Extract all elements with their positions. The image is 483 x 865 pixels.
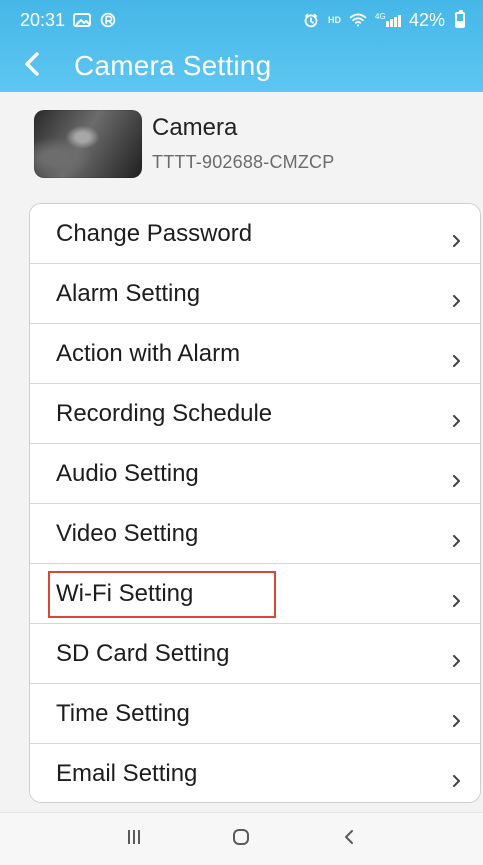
- system-back-button[interactable]: [327, 817, 371, 861]
- battery-icon: [455, 10, 465, 28]
- menu-item-change-password[interactable]: Change Password: [30, 204, 480, 264]
- menu-item-audio-setting[interactable]: Audio Setting: [30, 444, 480, 504]
- menu-item-label: SD Card Setting: [56, 639, 230, 667]
- recent-apps-button[interactable]: [112, 817, 156, 861]
- page-title: Camera Setting: [74, 50, 272, 81]
- home-icon: [229, 825, 253, 854]
- menu-item-label: Wi-Fi Setting: [56, 579, 194, 607]
- menu-item-email-setting[interactable]: Email Setting: [30, 744, 480, 802]
- app-bar: Camera Setting: [0, 40, 483, 92]
- wifi-icon: [349, 12, 367, 28]
- chevron-right-icon: [452, 647, 462, 667]
- menu-item-label: Video Setting: [56, 519, 199, 547]
- menu-item-wifi-setting[interactable]: Wi-Fi Setting: [30, 564, 480, 624]
- menu-item-action-with-alarm[interactable]: Action with Alarm: [30, 324, 480, 384]
- recent-apps-icon: [122, 825, 146, 854]
- status-bar: 20:31 HD 4G 42%: [0, 0, 483, 40]
- menu-item-alarm-setting[interactable]: Alarm Setting: [30, 264, 480, 324]
- system-nav-bar: [0, 812, 483, 865]
- signal-network-label: 4G: [375, 12, 386, 21]
- status-right: HD 4G 42%: [302, 10, 465, 31]
- camera-id: TTTT-902688-CMZCP: [152, 152, 335, 172]
- app-r-icon: [99, 12, 117, 28]
- chevron-right-icon: [452, 467, 462, 487]
- status-left: 20:31: [20, 10, 117, 31]
- chevron-right-icon: [452, 287, 462, 307]
- status-time: 20:31: [20, 9, 66, 30]
- menu-item-label: Alarm Setting: [56, 279, 201, 307]
- chevron-right-icon: [452, 767, 462, 788]
- chevron-right-icon: [452, 347, 462, 367]
- chevron-right-icon: [452, 407, 462, 427]
- back-button[interactable]: [0, 40, 64, 92]
- menu-item-sd-card-setting[interactable]: SD Card Setting: [30, 624, 480, 684]
- back-icon: [337, 825, 361, 854]
- camera-name: Camera: [152, 114, 238, 141]
- chevron-right-icon: [452, 587, 462, 607]
- camera-header: Camera TTTT-902688-CMZCP: [0, 92, 483, 196]
- chevron-right-icon: [452, 227, 462, 247]
- header: 20:31 HD 4G 42% Camera Setting: [0, 0, 483, 92]
- battery-percent: 42%: [408, 9, 445, 30]
- battery-fill: [457, 20, 463, 26]
- menu-item-label: Recording Schedule: [56, 399, 273, 427]
- signal-4g-icon: 4G: [375, 12, 401, 28]
- gallery-icon: [73, 12, 92, 28]
- menu-item-label: Time Setting: [56, 699, 190, 727]
- menu-item-video-setting[interactable]: Video Setting: [30, 504, 480, 564]
- menu-item-label: Email Setting: [56, 760, 198, 787]
- hd-badge: HD: [327, 15, 341, 25]
- menu-item-label: Change Password: [56, 219, 253, 247]
- menu-item-recording-schedule[interactable]: Recording Schedule: [30, 384, 480, 444]
- camera-thumbnail: [34, 110, 142, 178]
- home-button[interactable]: [219, 817, 263, 861]
- menu-item-label: Action with Alarm: [56, 339, 241, 367]
- alarm-clock-icon: [302, 12, 320, 28]
- chevron-right-icon: [452, 527, 462, 547]
- menu-item-time-setting[interactable]: Time Setting: [30, 684, 480, 744]
- settings-menu: Change Password Alarm Setting Action wit…: [29, 203, 481, 803]
- chevron-right-icon: [452, 707, 462, 727]
- menu-item-label: Audio Setting: [56, 459, 199, 487]
- back-chevron-icon: [21, 51, 43, 82]
